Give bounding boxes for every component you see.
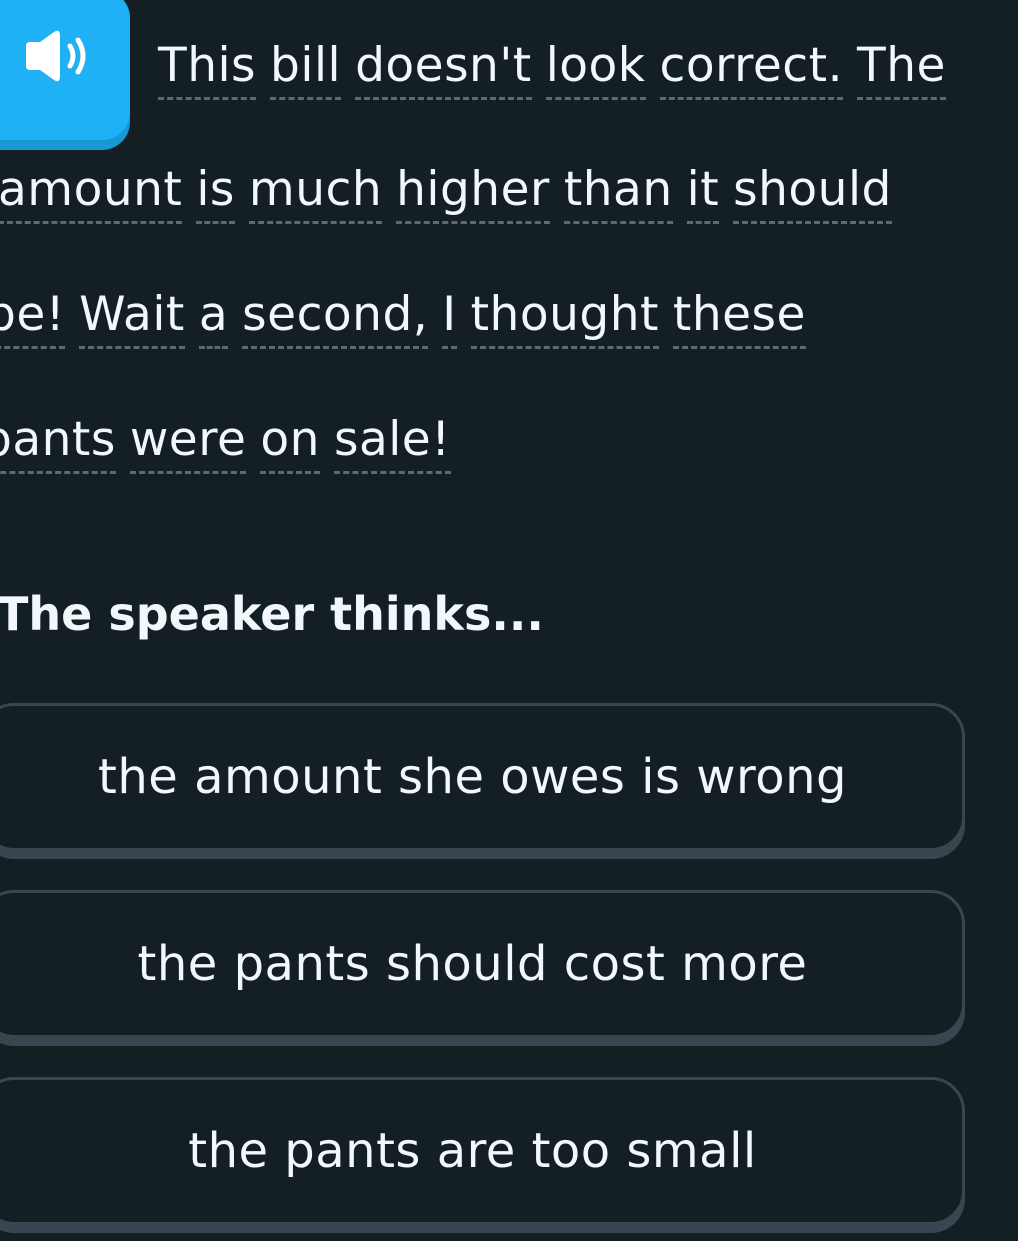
play-audio-button[interactable]: [0, 0, 130, 140]
sentence-word[interactable]: amount: [0, 166, 183, 224]
sentence-line-4: pantswereonsale!: [0, 416, 451, 474]
sentence-word[interactable]: Wait: [79, 291, 185, 349]
sentence-word[interactable]: be!: [0, 291, 66, 349]
sentence-word[interactable]: sale!: [333, 416, 451, 474]
sentence-word[interactable]: were: [129, 416, 247, 474]
sentence-word[interactable]: than: [563, 166, 673, 224]
sentence-word[interactable]: look: [545, 42, 646, 100]
answer-option-1[interactable]: the amount she owes is wrong: [0, 703, 965, 851]
answer-option-label: the pants should cost more: [137, 936, 808, 992]
sentence-word[interactable]: on: [260, 416, 320, 474]
sentence-word[interactable]: doesn't: [355, 42, 532, 100]
sentence-word[interactable]: a: [198, 291, 229, 349]
sentence-word[interactable]: is: [196, 166, 235, 224]
sentence-word[interactable]: second,: [242, 291, 429, 349]
sentence-word[interactable]: should: [733, 166, 892, 224]
answer-option-3[interactable]: the pants are too small: [0, 1077, 965, 1225]
sentence-line-1: This bill doesn't look correct. The: [158, 42, 946, 100]
answer-option-label: the pants are too small: [188, 1123, 757, 1179]
sentence-word[interactable]: these: [672, 291, 806, 349]
answer-option-2[interactable]: the pants should cost more: [0, 890, 965, 1038]
speaker-icon: [26, 30, 86, 82]
answer-option-label: the amount she owes is wrong: [98, 749, 847, 805]
sentence-line-2: amount is much higher than it should: [0, 166, 892, 224]
sentence-word[interactable]: The: [857, 42, 946, 100]
sentence-line-3: be! Wait a second, Ithought these: [0, 291, 806, 349]
challenge-screen: This bill doesn't look correct. The amount is m…: [0, 0, 1018, 1241]
sentence-word[interactable]: higher: [396, 166, 550, 224]
sentence-word[interactable]: pants: [0, 416, 116, 474]
sentence-word[interactable]: it: [686, 166, 720, 224]
sentence-word[interactable]: This: [158, 42, 257, 100]
sentence-word[interactable]: I: [442, 291, 457, 349]
question-prompt: The speaker thinks...: [0, 587, 544, 641]
sentence-word[interactable]: thought: [470, 291, 659, 349]
sentence-word[interactable]: correct.: [659, 42, 844, 100]
sentence-word[interactable]: bill: [270, 42, 342, 100]
sentence-word[interactable]: much: [248, 166, 383, 224]
